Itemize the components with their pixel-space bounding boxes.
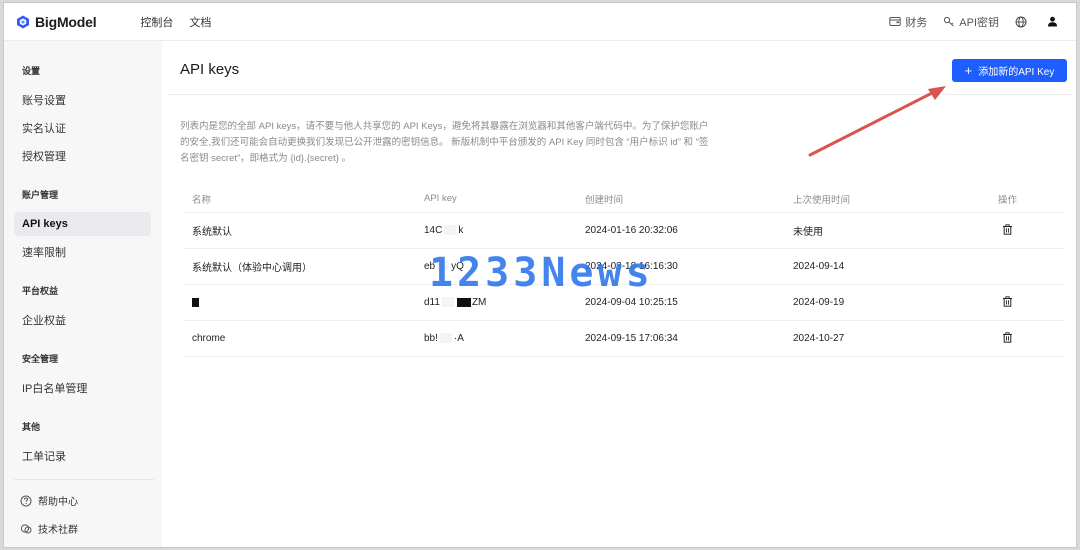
row-api-key[interactable]: bb! ·A <box>416 333 577 344</box>
row-name <box>184 297 416 308</box>
api-key-prefix: bb! <box>424 333 438 344</box>
nav-docs[interactable]: 文档 <box>189 14 211 30</box>
nav-console[interactable]: 控制台 <box>140 14 173 30</box>
row-actions <box>990 223 1064 238</box>
api-key-prefix: 14C <box>424 225 443 236</box>
user-icon <box>1048 16 1057 27</box>
sidebar-item-enterprise-benefits[interactable]: 企业权益 <box>14 308 151 332</box>
table-header: 名称 API key 创建时间 上次使用时间 操作 <box>184 185 1064 213</box>
table-row: chrome bb! ·A 2024-09-15 17:06:34 2024-10… <box>184 321 1064 357</box>
row-name: 系统默认（体验中心调用） <box>192 263 312 274</box>
wallet-icon <box>889 17 901 26</box>
tech-community-link[interactable]: 技术社群 <box>20 521 78 536</box>
sidebar-divider <box>14 479 154 480</box>
table-row: 系统默认（体验中心调用） eb yQ 2024-03-18 16:16:30 20… <box>184 249 1064 285</box>
trash-icon[interactable] <box>1002 331 1013 343</box>
plus-icon: + <box>964 63 973 78</box>
redaction-mask <box>192 297 199 307</box>
tech-community-label: 技术社群 <box>38 525 78 536</box>
add-api-key-button[interactable]: + 添加新的API Key <box>952 59 1067 82</box>
row-last-used: 2024-09-14 <box>793 261 845 272</box>
row-last-used: 2024-09-19 <box>793 297 845 308</box>
row-created-time: 2024-09-04 10:25:15 <box>585 297 678 308</box>
row-api-key[interactable]: 14C k <box>416 225 577 236</box>
top-nav: 控制台 文档 <box>140 14 227 30</box>
row-name: 系统默认 <box>192 227 232 238</box>
app-window: BigModel 控制台 文档 财务 API密钥 设置 账号设置 实名认证 授权… <box>3 2 1077 548</box>
brand[interactable]: BigModel <box>16 13 97 30</box>
row-created-time: 2024-03-18 16:16:30 <box>585 261 678 272</box>
top-bar: BigModel 控制台 文档 财务 API密钥 <box>4 3 1076 41</box>
sidebar-item-identity-verification[interactable]: 实名认证 <box>14 116 151 140</box>
key-icon <box>944 16 955 27</box>
redaction-mask <box>456 297 471 307</box>
sidebar-item-ip-whitelist[interactable]: IP白名单管理 <box>14 376 151 400</box>
row-last-used: 未使用 <box>793 227 823 238</box>
table-row: d11 ZM 2024-09-04 10:25:15 2024-09-19 <box>184 285 1064 321</box>
column-header-name: 名称 <box>192 194 212 206</box>
sidebar-item-authorization[interactable]: 授权管理 <box>14 144 151 168</box>
trash-icon[interactable] <box>1002 223 1013 235</box>
api-key-suffix: yQ <box>451 261 464 272</box>
api-key-prefix: d11 <box>424 297 440 308</box>
api-keys-table: 名称 API key 创建时间 上次使用时间 操作 系统默认 14C k 2024… <box>184 185 1064 357</box>
sidebar-section-security: 安全管理 <box>22 354 59 364</box>
api-key-suffix: ·A <box>453 333 464 344</box>
help-icon <box>20 495 32 506</box>
page-title: API keys <box>180 61 240 78</box>
main-content: API keys + 添加新的API Key 列表内是您的全部 API keys… <box>162 41 1076 547</box>
sidebar-section-benefits: 平台权益 <box>22 286 59 296</box>
redaction-mask <box>437 261 450 272</box>
api-key-suffix: ZM <box>471 297 487 308</box>
redaction-mask <box>439 333 452 344</box>
row-created-time: 2024-01-16 20:32:06 <box>585 225 678 236</box>
title-divider <box>168 94 1072 95</box>
row-api-key[interactable]: eb yQ <box>416 261 577 272</box>
user-menu-button[interactable] <box>1047 16 1062 27</box>
row-actions <box>990 331 1064 346</box>
api-key-label: API密钥 <box>959 16 999 29</box>
api-key-suffix: k <box>458 225 464 236</box>
sidebar: 设置 账号设置 实名认证 授权管理 账户管理 API keys 速率限制 平台权… <box>4 41 162 547</box>
api-keys-description: 列表内是您的全部 API keys，请不要与他人共享您的 API Keys，避免… <box>180 121 709 164</box>
logo-icon <box>17 15 29 28</box>
trash-icon[interactable] <box>1002 295 1013 307</box>
api-key-link[interactable]: API密钥 <box>943 14 999 30</box>
help-center-label: 帮助中心 <box>38 497 78 508</box>
globe-icon <box>1015 16 1027 27</box>
help-center-link[interactable]: 帮助中心 <box>20 493 78 508</box>
row-created-time: 2024-09-15 17:06:34 <box>585 333 678 344</box>
sidebar-section-other: 其他 <box>22 422 41 432</box>
table-row: 系统默认 14C k 2024-01-16 20:32:06 未使用 <box>184 213 1064 249</box>
sidebar-item-tickets[interactable]: 工单记录 <box>14 444 151 468</box>
top-right-actions: 财务 API密钥 <box>873 14 1062 30</box>
row-actions <box>990 295 1064 310</box>
finance-link[interactable]: 财务 <box>889 14 927 30</box>
language-button[interactable] <box>1015 16 1031 28</box>
community-icon <box>20 523 32 533</box>
brand-name: BigModel <box>35 13 97 30</box>
column-header-created: 创建时间 <box>585 194 624 206</box>
sidebar-item-api-keys[interactable]: API keys <box>14 212 151 236</box>
finance-label: 财务 <box>905 16 928 29</box>
redaction-mask <box>444 225 457 236</box>
sidebar-item-account-settings[interactable]: 账号设置 <box>14 88 151 112</box>
api-key-prefix: eb <box>424 261 436 272</box>
add-api-key-label: 添加新的API Key <box>978 67 1055 78</box>
sidebar-section-settings: 设置 <box>22 66 41 76</box>
row-name: chrome <box>192 333 226 344</box>
sidebar-section-account: 账户管理 <box>22 190 59 200</box>
row-last-used: 2024-10-27 <box>793 333 845 344</box>
row-api-key[interactable]: d11 ZM <box>416 297 577 308</box>
column-header-last-used: 上次使用时间 <box>793 194 851 206</box>
sidebar-item-rate-limit[interactable]: 速率限制 <box>14 240 151 264</box>
redaction-mask <box>441 297 454 308</box>
column-header-api-key: API key <box>424 193 457 204</box>
column-header-actions: 操作 <box>998 194 1018 206</box>
